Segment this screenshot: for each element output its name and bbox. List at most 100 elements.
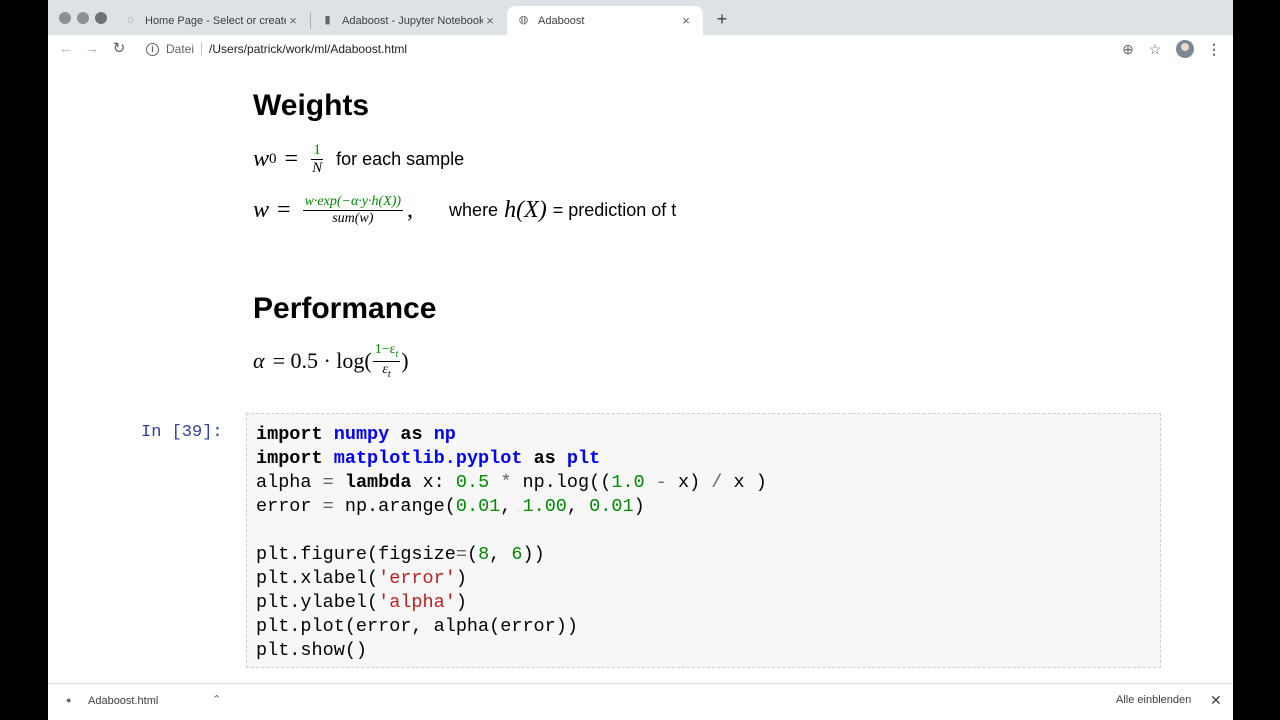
code-token: 6 <box>511 544 523 565</box>
math-expression: = 0.5 · log( <box>272 348 372 374</box>
show-all-downloads-link[interactable]: Alle einblenden <box>1116 694 1191 706</box>
code-token: * <box>500 472 512 493</box>
cell-prompt: In [39]: <box>141 423 223 442</box>
fraction: 1−εt εt <box>372 342 401 380</box>
code-line: plt.ylabel('alpha') <box>256 591 1151 615</box>
code-token: , <box>566 496 590 517</box>
code-token: import <box>256 424 323 445</box>
code-token: x) <box>666 472 712 493</box>
zoom-icon[interactable]: ⊕ <box>1119 40 1137 58</box>
forward-arrow-icon[interactable]: → <box>83 40 101 58</box>
fraction-numerator: 1−εt <box>372 342 401 362</box>
code-token: numpy <box>333 424 390 445</box>
close-icon[interactable]: ✕ <box>1210 692 1222 709</box>
weights-update-equation: w = w·exp(−α·y·h(X)) sum(w) , where h(X)… <box>253 195 676 226</box>
tab-adaboost-notebook[interactable]: ▮ Adaboost - Jupyter Notebook × <box>311 6 507 35</box>
code-token: np <box>433 424 456 445</box>
code-token: - <box>655 472 667 493</box>
code-token: 'error' <box>378 568 456 589</box>
code-line: plt.xlabel('error') <box>256 567 1151 591</box>
code-token: matplotlib.pyplot <box>333 448 523 469</box>
math-symbol: w <box>253 197 270 223</box>
math-paren: ) <box>401 348 409 374</box>
equation-text: = prediction of t <box>552 200 677 220</box>
new-tab-button[interactable]: + <box>713 9 731 29</box>
math-subscript: t <box>395 348 399 360</box>
minimize-window-button[interactable] <box>77 12 89 24</box>
code-token: plt.ylabel( <box>256 592 379 613</box>
code-token: 0.5 <box>455 472 490 493</box>
math-operator: = <box>284 146 299 172</box>
code-token: lambda <box>344 472 412 493</box>
chevron-up-icon[interactable]: ⌃ <box>212 693 221 706</box>
notebook-icon: ▮ <box>324 14 331 26</box>
bookmark-star-icon[interactable]: ☆ <box>1146 40 1164 58</box>
code-line: import matplotlib.pyplot as plt <box>256 447 1151 471</box>
address-bar[interactable]: i Datei /Users/patrick/work/ml/Adaboost.… <box>140 38 407 60</box>
close-window-button[interactable] <box>59 12 71 24</box>
code-token: alpha <box>256 472 323 493</box>
code-line: alpha = lambda x: 0.5 * np.log((1.0 - x)… <box>256 471 1151 495</box>
code-token: as <box>533 448 556 469</box>
math-text: 1−ε <box>374 342 396 357</box>
code-token: np.log(( <box>511 472 612 493</box>
code-line: plt.plot(error, alpha(error)) <box>256 616 578 637</box>
close-tab-icon[interactable]: × <box>679 13 693 28</box>
code-cell[interactable]: import numpy as np import matplotlib.pyp… <box>246 413 1161 668</box>
close-tab-icon[interactable]: × <box>286 13 300 28</box>
code-line: error = np.arange(0.01, 1.00, 0.01) <box>256 495 1151 519</box>
math-symbol: h(X) <box>504 197 547 223</box>
back-arrow-icon[interactable]: ← <box>57 40 75 58</box>
tab-title: Home Page - Select or create <box>145 14 286 27</box>
globe-icon: ◍ <box>518 14 529 26</box>
browser-window: ◌ Home Page - Select or create × ▮ Adabo… <box>48 0 1233 720</box>
fraction: w·exp(−α·y·h(X)) sum(w) <box>302 194 404 226</box>
math-symbol: w <box>253 146 270 172</box>
fraction: 1 N <box>310 143 324 176</box>
code-token: / <box>711 472 723 493</box>
jupyter-icon: ◌ <box>127 14 134 26</box>
code-token: as <box>400 424 423 445</box>
code-token: ) <box>633 496 645 517</box>
code-token: import <box>256 448 323 469</box>
code-token: 'alpha' <box>378 592 456 613</box>
divider <box>201 42 203 56</box>
download-shelf: ● Adaboost.html ⌃ Alle einblenden ✕ <box>48 683 1233 720</box>
more-menu-icon[interactable]: ⋮ <box>1205 40 1223 58</box>
performance-heading: Performance <box>253 292 437 325</box>
code-token: 1.00 <box>522 496 567 517</box>
math-subscript: 0 <box>269 151 277 167</box>
code-token: ) <box>455 592 467 613</box>
code-token: = <box>455 544 467 565</box>
scheme-label: Datei <box>166 42 195 56</box>
math-subscript: t <box>387 368 391 380</box>
url-text[interactable]: /Users/patrick/work/ml/Adaboost.html <box>209 42 407 56</box>
tab-title: Adaboost - Jupyter Notebook <box>342 14 483 27</box>
fraction-numerator: w·exp(−α·y·h(X)) <box>302 194 404 211</box>
reload-icon[interactable]: ↻ <box>110 40 128 58</box>
profile-avatar[interactable] <box>1176 40 1194 58</box>
code-token: x ) <box>722 472 767 493</box>
math-comma: , <box>407 197 414 223</box>
code-token: 1.0 <box>611 472 645 493</box>
fraction-numerator: 1 <box>311 142 323 160</box>
fraction-denominator: sum(w) <box>332 211 374 226</box>
maximize-window-button[interactable] <box>95 12 107 24</box>
close-tab-icon[interactable]: × <box>483 13 497 28</box>
code-line: plt.show() <box>256 640 368 661</box>
code-token: x: <box>411 472 456 493</box>
code-token: ( <box>466 544 479 565</box>
download-file-name[interactable]: Adaboost.html <box>88 695 158 707</box>
equation-text: for each sample <box>336 149 465 169</box>
tab-home-page[interactable]: ◌ Home Page - Select or create × <box>114 6 310 35</box>
tab-adaboost[interactable]: ◍ Adaboost × <box>507 6 703 35</box>
info-icon[interactable]: i <box>146 42 159 56</box>
code-token: error <box>256 496 323 517</box>
page-content: Weights w0 = 1 N for each sample w = w·e… <box>48 63 1233 683</box>
code-token: 8 <box>478 544 490 565</box>
code-token: = <box>322 496 334 517</box>
weights-heading: Weights <box>253 89 370 122</box>
